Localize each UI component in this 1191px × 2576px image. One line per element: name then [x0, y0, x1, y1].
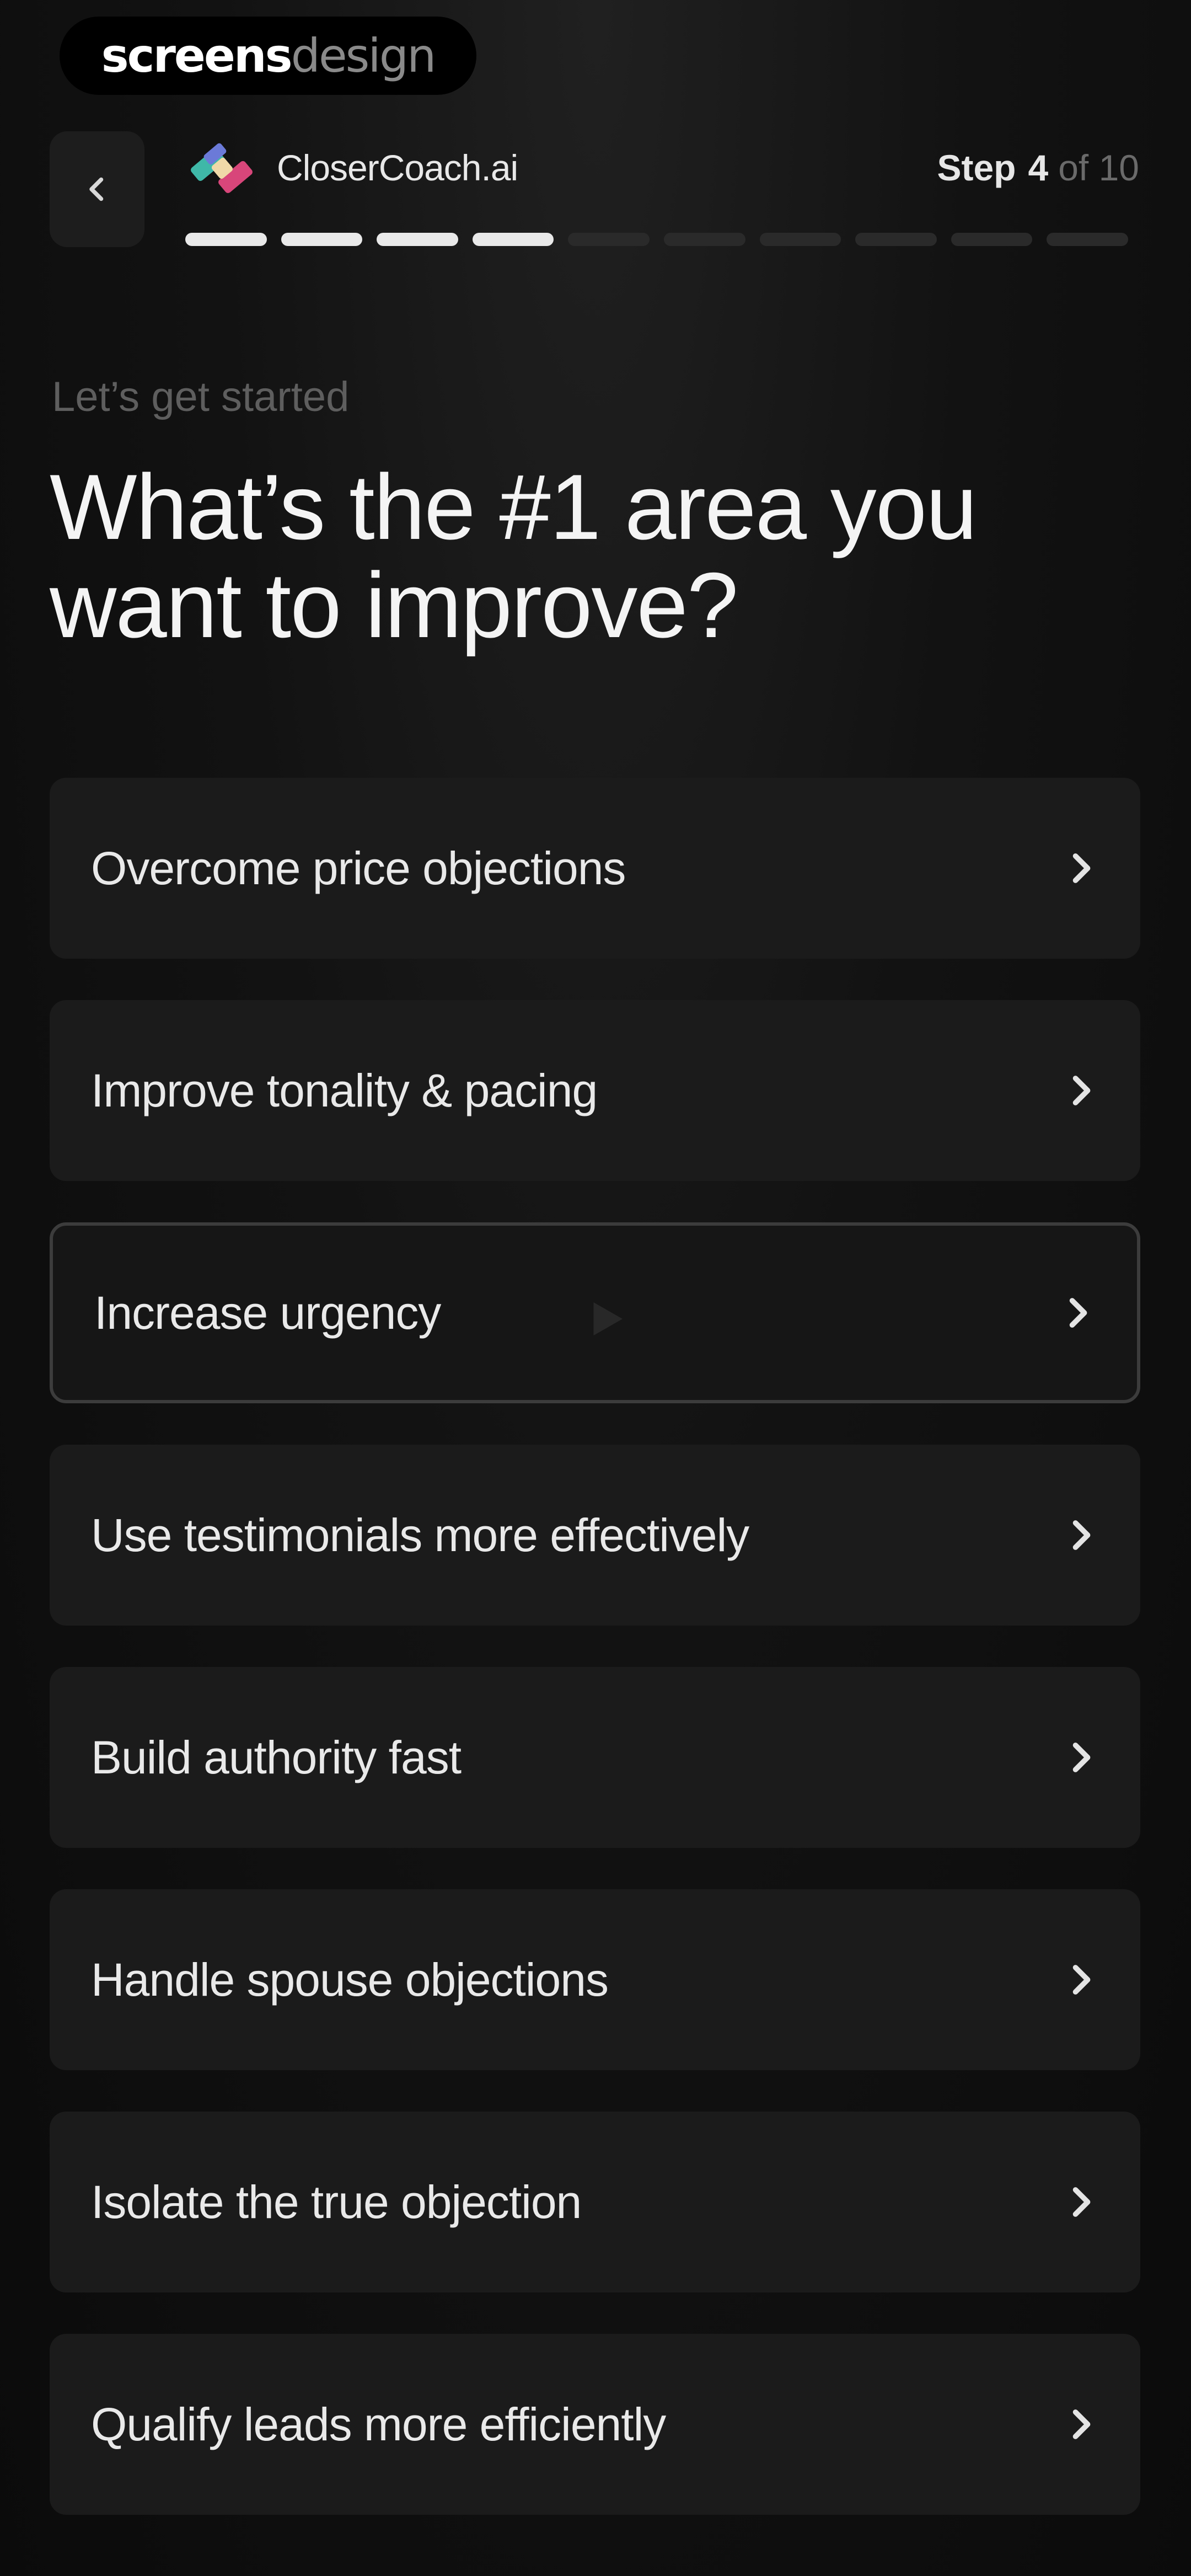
progress-bar	[185, 233, 1128, 247]
option-item[interactable]: Qualify leads more efficiently	[50, 2334, 1140, 2515]
progress-segment	[377, 233, 458, 246]
watermark-part1: screens	[101, 29, 293, 83]
chevron-right-icon	[1072, 853, 1091, 883]
option-item[interactable]: Overcome price objections	[50, 778, 1140, 959]
chevron-right-icon	[1072, 2187, 1091, 2217]
step-current: 4	[1028, 147, 1049, 188]
brand-name: CloserCoach.ai	[277, 147, 518, 188]
option-label: Build authority fast	[91, 1731, 462, 1783]
option-label: Overcome price objections	[91, 842, 626, 894]
option-label: Isolate the true objection	[91, 2176, 582, 2228]
option-item[interactable]: Improve tonality & pacing	[50, 1000, 1140, 1181]
page-title: What’s the #1 area you want to improve?	[50, 455, 978, 657]
chevron-right-icon	[1072, 2409, 1091, 2439]
progress-segment	[568, 233, 650, 246]
progress-segment	[185, 233, 267, 246]
option-label: Use testimonials more effectively	[91, 1509, 749, 1561]
chevron-right-icon	[1072, 1076, 1091, 1105]
option-item[interactable]: Isolate the true objection	[50, 2112, 1140, 2292]
progress-segment	[472, 233, 554, 246]
chevron-right-icon	[1069, 1298, 1087, 1328]
closercoach-logo	[191, 143, 253, 193]
chevron-right-icon	[1072, 1743, 1091, 1772]
chevron-right-icon	[1072, 1520, 1091, 1550]
step-indicator: Step 4 of 10	[937, 147, 1139, 189]
option-label: Increase urgency	[94, 1286, 441, 1339]
option-label: Qualify leads more efficiently	[91, 2398, 666, 2450]
options-list: Overcome price objections Improve tonalit…	[50, 778, 1140, 2556]
option-label: Handle spouse objections	[91, 1953, 609, 2006]
screensdesign-watermark: screens design	[60, 17, 476, 95]
progress-segment	[663, 233, 745, 246]
option-item[interactable]: Build authority fast	[50, 1667, 1140, 1848]
option-item[interactable]: Use testimonials more effectively	[50, 1445, 1140, 1626]
progress-segment	[951, 233, 1033, 246]
option-label: Improve tonality & pacing	[91, 1064, 598, 1116]
progress-segment	[281, 233, 363, 246]
step-total: of 10	[1058, 147, 1139, 188]
onboarding-screen: screens design CloserCoach.ai Step 4 of 10 …	[0, 0, 1191, 2576]
eyebrow-text: Let’s get started	[52, 373, 350, 420]
play-icon	[593, 1302, 623, 1335]
option-item[interactable]: Handle spouse objections	[50, 1889, 1140, 2070]
watermark-part2: design	[291, 29, 437, 83]
chevron-right-icon	[1072, 1965, 1091, 1995]
progress-segment	[1047, 233, 1128, 246]
progress-segment	[759, 233, 841, 246]
back-button[interactable]	[50, 131, 144, 247]
progress-segment	[855, 233, 937, 246]
step-label: Step	[937, 147, 1016, 188]
chevron-left-icon	[89, 177, 104, 201]
